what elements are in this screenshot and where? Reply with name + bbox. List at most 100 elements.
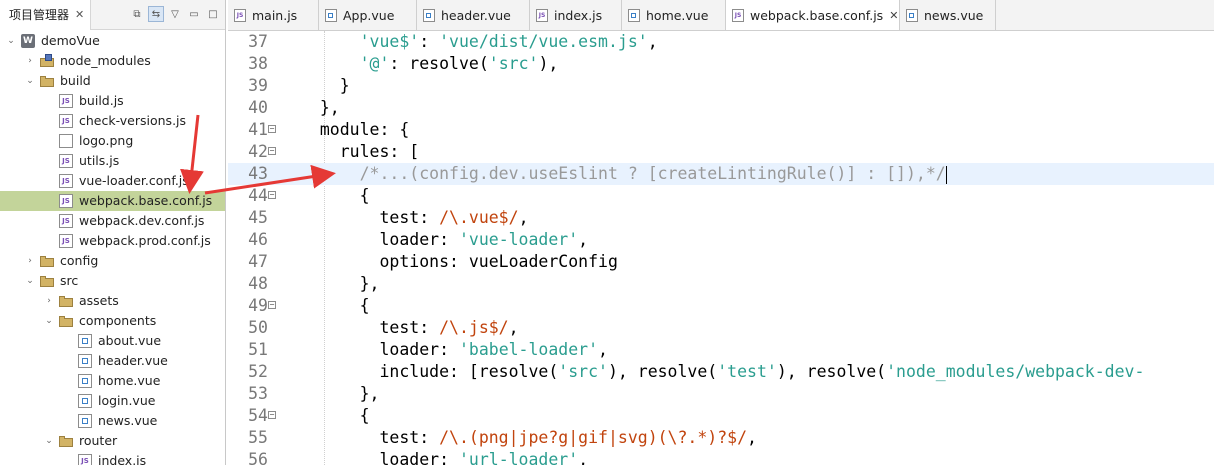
tree-item[interactable]: › config <box>0 251 225 271</box>
project-explorer: 项目管理器 ✕ ⧉ ⇆ ▽ ▭ □ ⌄ WdemoVue › node_modules… <box>0 0 226 465</box>
fold-toggle-icon[interactable]: − <box>268 191 276 199</box>
code-token: rules: [ <box>300 142 420 161</box>
editor-tab[interactable]: header.vue <box>417 0 530 30</box>
code-line[interactable]: 50 test: /\.js$/, <box>228 317 1214 339</box>
code-token: ), resolve( <box>776 362 887 381</box>
code-token: { <box>300 406 370 425</box>
code-line[interactable]: 48 }, <box>228 273 1214 295</box>
tree-item[interactable]: login.vue <box>0 391 225 411</box>
tree-item[interactable]: JS utils.js <box>0 151 225 171</box>
tree-item[interactable]: header.vue <box>0 351 225 371</box>
code-token: options: vueLoaderConfig <box>300 252 618 271</box>
tree-item[interactable]: news.vue <box>0 411 225 431</box>
code-line[interactable]: 55 test: /\.(png|jpe?g|gif|svg)(\?.*)?$/… <box>228 427 1214 449</box>
link-editor-icon[interactable]: ⇆ <box>148 6 164 22</box>
editor-tab-label: main.js <box>252 7 298 23</box>
editor-tab[interactable]: JS main.js <box>228 0 319 30</box>
code-line[interactable]: 44− { <box>228 185 1214 207</box>
fold-toggle-icon[interactable]: − <box>268 411 276 419</box>
code-line[interactable]: 45 test: /\.vue$/, <box>228 207 1214 229</box>
code-area[interactable]: 37 'vue$': 'vue/dist/vue.esm.js', 38 '@':… <box>228 31 1214 465</box>
code-line[interactable]: 43 /*...(config.dev.useEslint ? [createL… <box>228 163 1214 185</box>
code-token: '@' <box>359 54 390 73</box>
tree-item[interactable]: JS webpack.prod.conf.js <box>0 231 225 251</box>
code-line[interactable]: 53 }, <box>228 383 1214 405</box>
code-token: , <box>578 450 589 465</box>
tree-item[interactable]: about.vue <box>0 331 225 351</box>
code-line[interactable]: 39 } <box>228 75 1214 97</box>
code-line[interactable]: 47 options: vueLoaderConfig <box>228 251 1214 273</box>
tree-item[interactable]: home.vue <box>0 371 225 391</box>
code-line[interactable]: 42− rules: [ <box>228 141 1214 163</box>
tree-item[interactable]: ⌄ components <box>0 311 225 331</box>
code-line[interactable]: 40 }, <box>228 97 1214 119</box>
tree-item-label: assets <box>79 293 119 308</box>
chevron-right-icon[interactable]: › <box>44 291 54 311</box>
tree-item-label: check-versions.js <box>79 113 187 128</box>
minimize-icon[interactable]: ▭ <box>186 6 202 22</box>
code-line[interactable]: 46 loader: 'vue-loader', <box>228 229 1214 251</box>
code-token: 'vue-loader' <box>458 230 579 249</box>
code-text: }, <box>300 383 380 405</box>
tree-item-label: build <box>60 73 91 88</box>
code-line[interactable]: 37 'vue$': 'vue/dist/vue.esm.js', <box>228 31 1214 53</box>
code-token: 'url-loader' <box>458 450 579 465</box>
tree-item[interactable]: ⌄ router <box>0 431 225 451</box>
editor-tab[interactable]: JS webpack.base.conf.js ✕ <box>726 0 900 30</box>
code-line[interactable]: 38 '@': resolve('src'), <box>228 53 1214 75</box>
tree-item[interactable]: › node_modules <box>0 51 225 71</box>
js-file-icon: JS <box>234 8 246 22</box>
chevron-down-icon[interactable]: ⌄ <box>44 311 54 331</box>
chevron-down-icon[interactable]: ⌄ <box>44 431 54 451</box>
line-number: 55 <box>248 428 268 447</box>
close-tab-icon[interactable]: ✕ <box>889 9 898 22</box>
tree-item[interactable]: ⌄ build <box>0 71 225 91</box>
close-icon[interactable]: ✕ <box>75 8 84 21</box>
code-line[interactable]: 52 include: [resolve('src'), resolve('te… <box>228 361 1214 383</box>
tree-item[interactable]: › assets <box>0 291 225 311</box>
view-menu-icon[interactable]: ▽ <box>167 6 183 22</box>
code-token: , <box>508 318 519 337</box>
tree-item[interactable]: ⌄ WdemoVue <box>0 31 225 51</box>
code-line[interactable]: 51 loader: 'babel-loader', <box>228 339 1214 361</box>
tree-item[interactable]: JS webpack.base.conf.js <box>0 191 225 211</box>
folder-icon <box>59 434 73 448</box>
chevron-down-icon[interactable]: ⌄ <box>6 31 16 51</box>
tree-item[interactable]: JS build.js <box>0 91 225 111</box>
tree-item[interactable]: JS vue-loader.conf.js <box>0 171 225 191</box>
explorer-view-tab[interactable]: 项目管理器 ✕ <box>0 0 92 30</box>
explorer-title: 项目管理器 <box>9 8 70 22</box>
tree-item[interactable]: logo.png <box>0 131 225 151</box>
tree-item[interactable]: JS index.js <box>0 451 225 465</box>
code-line[interactable]: 41− module: { <box>228 119 1214 141</box>
tree-item[interactable]: JS webpack.dev.conf.js <box>0 211 225 231</box>
code-token: 'src' <box>488 54 539 73</box>
vue-file-icon <box>628 8 640 22</box>
fold-toggle-icon[interactable]: − <box>268 125 276 133</box>
editor-tab[interactable]: JS index.js <box>530 0 622 30</box>
tree-item[interactable]: JS check-versions.js <box>0 111 225 131</box>
code-token: : <box>419 32 440 51</box>
editor-tab[interactable]: news.vue <box>900 0 996 30</box>
editor-tab[interactable]: App.vue <box>319 0 417 30</box>
code-line[interactable]: 56 loader: 'url-loader', <box>228 449 1214 465</box>
editor-tab[interactable]: home.vue <box>622 0 726 30</box>
chevron-right-icon[interactable]: › <box>25 251 35 271</box>
line-number: 53 <box>248 384 268 403</box>
js-file-icon: JS <box>59 94 73 108</box>
chevron-down-icon[interactable]: ⌄ <box>25 271 35 291</box>
maximize-icon[interactable]: □ <box>205 6 221 22</box>
code-line[interactable]: 49− { <box>228 295 1214 317</box>
fold-toggle-icon[interactable]: − <box>268 147 276 155</box>
line-number: 50 <box>248 318 268 337</box>
code-text: '@': resolve('src'), <box>300 53 559 75</box>
vue-file-icon <box>325 8 337 22</box>
code-token: include: [resolve( <box>300 362 559 381</box>
code-token: 'test' <box>717 362 777 381</box>
chevron-down-icon[interactable]: ⌄ <box>25 71 35 91</box>
fold-toggle-icon[interactable]: − <box>268 301 276 309</box>
tree-item[interactable]: ⌄ src <box>0 271 225 291</box>
chevron-right-icon[interactable]: › <box>25 51 35 71</box>
collapse-all-icon[interactable]: ⧉ <box>129 6 145 22</box>
code-line[interactable]: 54− { <box>228 405 1214 427</box>
